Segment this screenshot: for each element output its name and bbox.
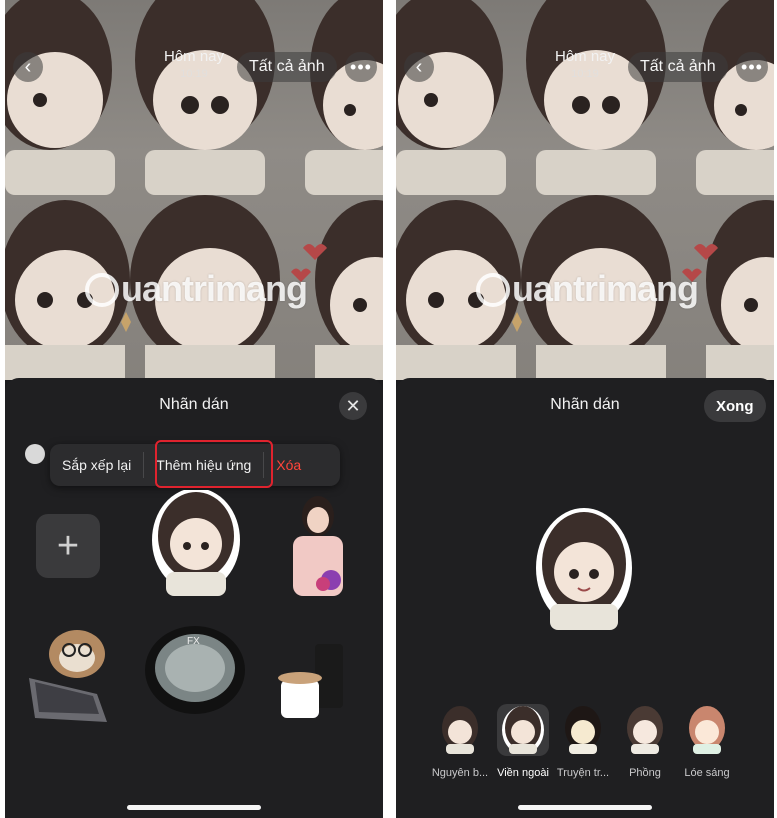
effect-thumb-puffy — [627, 706, 663, 754]
add-sticker-button[interactable]: + — [36, 514, 100, 578]
effect-thumb-shine — [689, 706, 725, 754]
watermark: uantrimang — [85, 268, 308, 310]
effect-thumb-outline — [497, 704, 549, 756]
sheet-title: Nhãn dán — [159, 396, 229, 413]
bulb-icon — [85, 273, 119, 307]
effect-comic[interactable]: Truyện tr... — [548, 704, 618, 779]
effect-thumb-comic — [565, 706, 601, 754]
effect-label: Truyện tr... — [556, 767, 610, 779]
sticker-preview — [536, 508, 632, 630]
all-photos-button[interactable]: Tất cả ảnh — [628, 52, 728, 82]
effect-label: Lóe sáng — [684, 767, 730, 779]
effect-label: Nguyên b... — [431, 767, 489, 779]
effect-original[interactable]: Nguyên b... — [425, 704, 495, 779]
effect-puffy[interactable]: Phồng — [610, 704, 680, 779]
sticker-bottle-cup[interactable] — [273, 640, 349, 724]
more-button[interactable]: ••• — [345, 52, 377, 82]
right-screen: uantrimang ‹ Hôm nay 10:19 Tất cả ảnh ••… — [396, 0, 774, 818]
more-button[interactable]: ••• — [736, 52, 768, 82]
effect-shine[interactable]: Lóe sáng — [672, 704, 742, 779]
effects-bar: Nguyên b... Viền ngoài Truyện tr... Phồn… — [396, 704, 774, 784]
ellipsis-icon: ••• — [350, 56, 372, 77]
watermark-text: uantrimang — [512, 268, 699, 309]
close-button[interactable]: ✕ — [339, 392, 367, 420]
left-screen: uantrimang ‹ Hôm nay 10:19 Tất cả ảnh ••… — [5, 0, 383, 818]
sticker-editor-sheet: Nhãn dán Xong Nguyên b... Viền ngoài Tru… — [396, 378, 774, 818]
recent-clock-icon[interactable] — [25, 444, 45, 464]
sticker-cat-laptop[interactable] — [27, 618, 111, 724]
home-indicator — [127, 805, 261, 810]
all-photos-button[interactable]: Tất cả ảnh — [237, 52, 337, 82]
effect-thumb-original — [442, 706, 478, 754]
sticker-girl[interactable] — [150, 490, 242, 598]
close-icon: ✕ — [345, 395, 361, 416]
svg-text:FX: FX — [187, 636, 200, 647]
highlight-box — [155, 440, 273, 488]
bulb-icon — [476, 273, 510, 307]
done-button[interactable]: Xong — [704, 390, 766, 422]
sticker-powder-compact[interactable]: FX — [143, 624, 247, 718]
plus-icon: + — [56, 524, 80, 567]
sticker-woman-flowers[interactable] — [287, 490, 349, 598]
effect-label: Phồng — [629, 767, 661, 779]
watermark: uantrimang — [476, 268, 699, 310]
ellipsis-icon: ••• — [741, 56, 763, 77]
rearrange-menu-item[interactable]: Sắp xếp lại — [50, 444, 143, 486]
sticker-sheet: Nhãn dán ✕ Sắp xếp lại Thêm hiệu ứng Xóa… — [5, 378, 383, 818]
home-indicator — [518, 805, 652, 810]
watermark-text: uantrimang — [121, 268, 308, 309]
